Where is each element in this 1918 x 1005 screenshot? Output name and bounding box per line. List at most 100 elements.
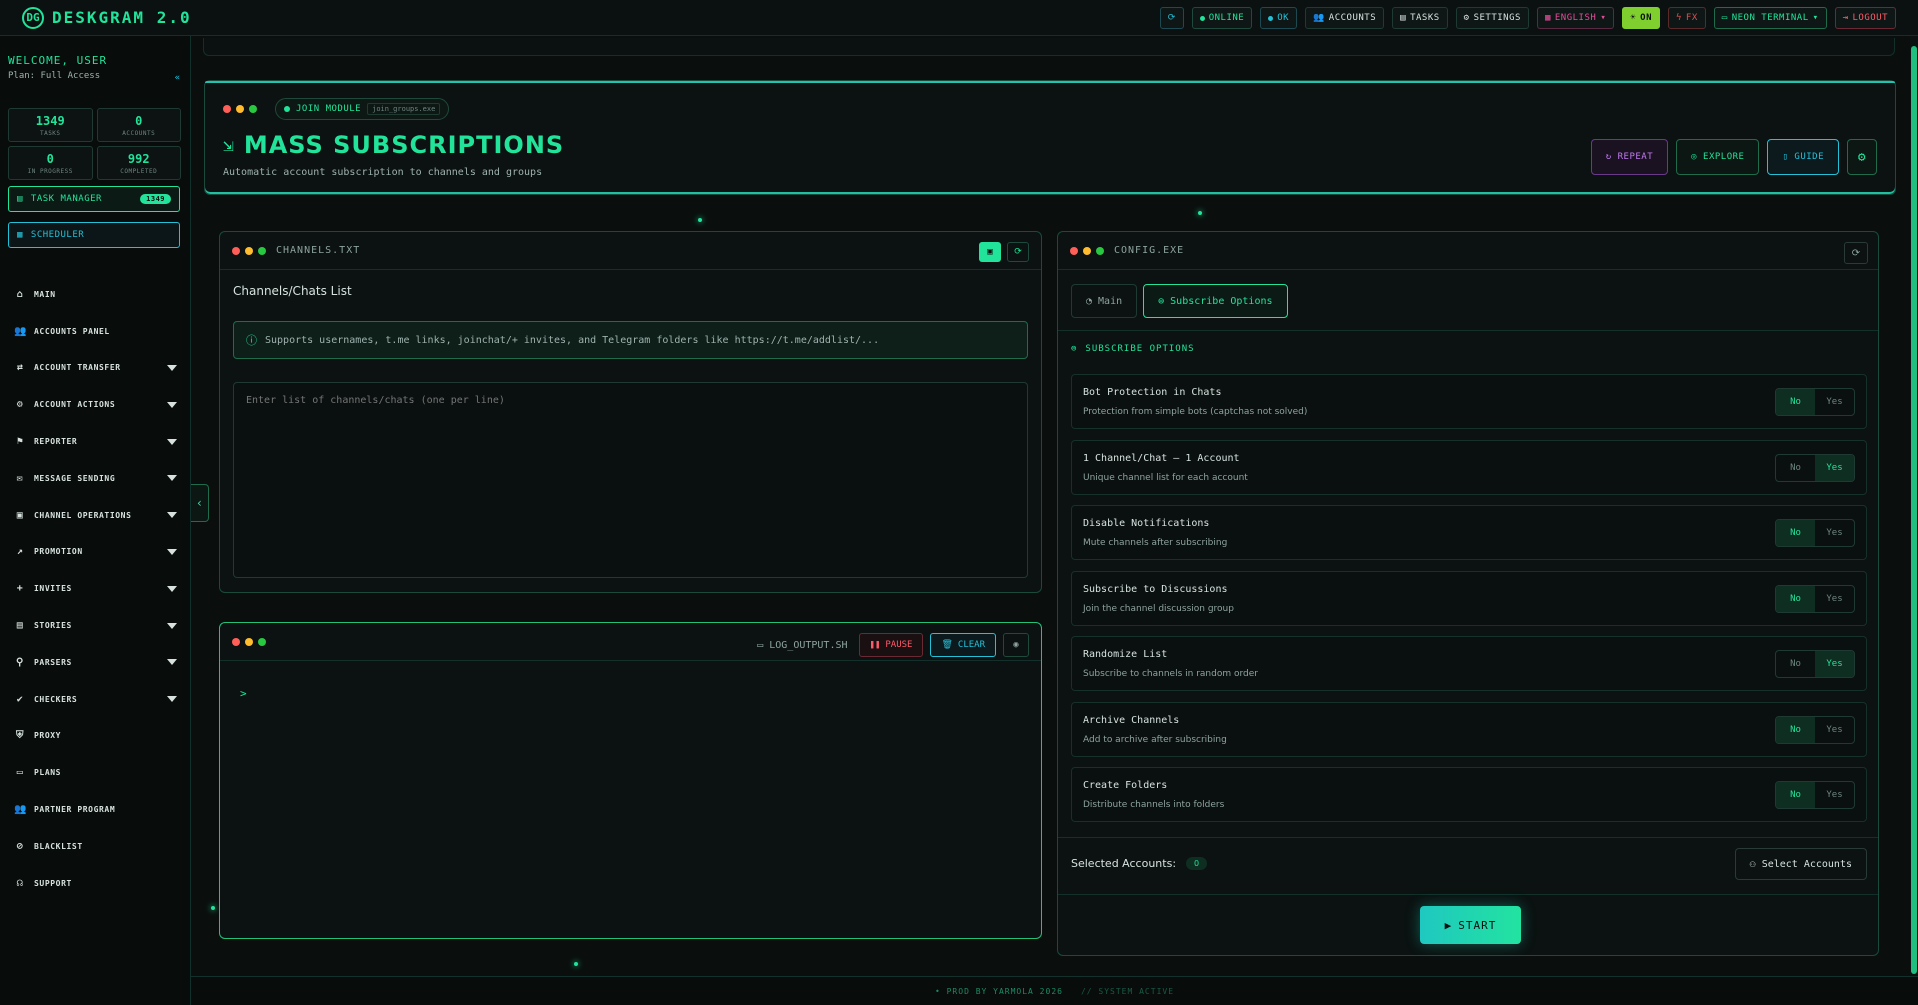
sidebar-item-main[interactable]: ⌂ MAIN bbox=[0, 276, 191, 313]
sidebar-item-blacklist[interactable]: ⊘ BLACKLIST bbox=[0, 828, 191, 865]
fx-toggle[interactable]: ϟ FX bbox=[1668, 7, 1706, 29]
start-button[interactable]: ▶ START bbox=[1420, 906, 1521, 944]
home-icon: ⌂ bbox=[16, 288, 24, 300]
toggle-yes[interactable]: Yes bbox=[1815, 717, 1854, 743]
toggle-yes[interactable]: Yes bbox=[1815, 782, 1854, 808]
chevron-down-icon[interactable] bbox=[167, 548, 177, 555]
toggle-no[interactable]: No bbox=[1776, 585, 1815, 612]
sidebar-item-accounts-panel[interactable]: 👥 ACCOUNTS PANEL bbox=[0, 313, 191, 350]
compass-icon: ◎ bbox=[1691, 152, 1698, 162]
toggle-no[interactable]: No bbox=[1776, 389, 1815, 415]
explore-button[interactable]: ◎ EXPLORE bbox=[1676, 139, 1760, 175]
stats-grid: 1349 TASKS 0 ACCOUNTS 0 IN PROGRESS 992 COMP… bbox=[8, 108, 181, 180]
guide-button[interactable]: ▯ GUIDE bbox=[1767, 139, 1839, 175]
sidebar-item-channel-operations[interactable]: ▣ CHANNEL OPERATIONS bbox=[0, 497, 191, 534]
light-label: ON bbox=[1640, 13, 1652, 23]
stories-icon: ▤ bbox=[16, 620, 24, 632]
brand-title: DESKGRAM 2.0 bbox=[52, 8, 192, 27]
sidebar-item-proxy[interactable]: ⛨ PROXY bbox=[0, 718, 191, 755]
sidebar-item-account-transfer[interactable]: ⇄ ACCOUNT TRANSFER bbox=[0, 350, 191, 387]
toggle-yes[interactable]: Yes bbox=[1815, 586, 1854, 612]
settings-button[interactable]: ⚙ SETTINGS bbox=[1455, 7, 1529, 29]
chevron-down-icon: ▾ bbox=[1600, 13, 1607, 23]
save-list-button[interactable]: ▣ bbox=[979, 242, 1001, 262]
sidebar-item-promotion[interactable]: ↗ PROMOTION bbox=[0, 534, 191, 571]
scheduler-button[interactable]: ▦ SCHEDULER bbox=[8, 222, 180, 248]
yes-no-toggle[interactable]: No Yes bbox=[1775, 388, 1855, 416]
clipboard-icon: ▤ bbox=[1400, 13, 1407, 23]
sidebar-item-plans[interactable]: ▭ PLANS bbox=[0, 754, 191, 791]
collapse-icon[interactable]: « bbox=[175, 73, 180, 83]
sidebar-item-partner-program[interactable]: 👥 PARTNER PROGRAM bbox=[0, 791, 191, 828]
sidebar-item-support[interactable]: ☊ SUPPORT bbox=[0, 865, 191, 902]
theme-select[interactable]: ▭ NEON TERMINAL ▾ bbox=[1713, 7, 1827, 29]
toggle-no[interactable]: No bbox=[1776, 651, 1815, 677]
accounts-button[interactable]: 👥 ACCOUNTS bbox=[1305, 7, 1385, 29]
toggle-no[interactable]: No bbox=[1776, 782, 1815, 808]
toggle-visibility-button[interactable]: ◉ bbox=[1003, 633, 1029, 657]
chevron-down-icon[interactable] bbox=[167, 585, 177, 592]
chevron-down-icon[interactable] bbox=[167, 696, 177, 703]
sidebar-item-stories[interactable]: ▤ STORIES bbox=[0, 607, 191, 644]
chevron-down-icon[interactable] bbox=[167, 401, 177, 408]
pause-button[interactable]: ❚❚ PAUSE bbox=[858, 633, 924, 657]
chevron-down-icon[interactable] bbox=[167, 364, 177, 371]
chevron-down-icon[interactable] bbox=[167, 659, 177, 666]
chevron-down-icon[interactable] bbox=[167, 622, 177, 629]
select-accounts-button[interactable]: ⚇ Select Accounts bbox=[1734, 848, 1867, 880]
light-toggle[interactable]: ☀ ON bbox=[1622, 7, 1660, 29]
refresh-icon: ⟳ bbox=[1014, 247, 1022, 257]
minimize-dot-icon bbox=[245, 246, 253, 255]
stat-label: IN PROGRESS bbox=[27, 167, 73, 175]
toggle-no[interactable]: No bbox=[1776, 716, 1815, 743]
task-manager-button[interactable]: ▤ TASK MANAGER 1349 bbox=[8, 186, 180, 212]
sidebar-item-checkers[interactable]: ✔ CHECKERS bbox=[0, 681, 191, 718]
decor-dot bbox=[574, 962, 578, 966]
refresh-status-button[interactable]: ⟳ bbox=[1159, 7, 1184, 29]
settings-label: SETTINGS bbox=[1473, 13, 1521, 23]
yes-no-toggle[interactable]: No Yes bbox=[1775, 781, 1855, 809]
tasks-button[interactable]: ▤ TASKS bbox=[1392, 7, 1448, 29]
tab-subscribe-options[interactable]: ⊜ Subscribe Options bbox=[1143, 284, 1288, 318]
yes-no-toggle[interactable]: No Yes bbox=[1775, 453, 1855, 482]
yes-no-toggle[interactable]: No Yes bbox=[1775, 519, 1855, 547]
sidebar-item-account-actions[interactable]: ⚙ ACCOUNT ACTIONS bbox=[0, 386, 191, 423]
toggle-yes[interactable]: Yes bbox=[1815, 651, 1854, 677]
toggle-no[interactable]: No bbox=[1776, 455, 1815, 481]
yes-no-toggle[interactable]: No Yes bbox=[1775, 650, 1855, 678]
module-settings-button[interactable]: ⚙ bbox=[1847, 139, 1877, 175]
sidebar-item-message-sending[interactable]: ✉ MESSAGE SENDING bbox=[0, 460, 191, 497]
chevron-down-icon[interactable] bbox=[167, 512, 177, 519]
sidebar: WELCOME, USER Plan: Full Access « 1349 TA… bbox=[0, 36, 191, 1005]
sidebar-item-reporter[interactable]: ⚑ REPORTER bbox=[0, 423, 191, 460]
refresh-config-button[interactable]: ⟳ bbox=[1844, 242, 1868, 264]
stat-value: 992 bbox=[127, 151, 150, 166]
page-scrollbar[interactable] bbox=[1910, 36, 1918, 976]
sun-icon: ☀ bbox=[1630, 13, 1637, 23]
accounts-label: ACCOUNTS bbox=[1328, 13, 1377, 23]
toggle-yes[interactable]: Yes bbox=[1815, 454, 1854, 481]
scrollbar-thumb[interactable] bbox=[1911, 46, 1917, 974]
selected-accounts: Selected Accounts: 0 bbox=[1071, 857, 1208, 870]
config-panel: CONFIG.EXE ⟳ ◔ Main ⊜ Subscribe Options ⊜ S… bbox=[1057, 231, 1879, 956]
tab-main[interactable]: ◔ Main bbox=[1071, 284, 1138, 318]
sidebar-toggle-button[interactable]: ‹ bbox=[191, 484, 209, 522]
brand[interactable]: DG DESKGRAM 2.0 bbox=[22, 6, 192, 29]
sidebar-item-invites[interactable]: + INVITES bbox=[0, 570, 191, 607]
sidebar-item-parsers[interactable]: ⚲ PARSERS bbox=[0, 644, 191, 681]
toggle-yes[interactable]: Yes bbox=[1815, 520, 1854, 546]
stat-value: 0 bbox=[46, 151, 54, 166]
language-select[interactable]: ▦ ENGLISH ▾ bbox=[1536, 7, 1615, 29]
reload-list-button[interactable]: ⟳ bbox=[1007, 242, 1029, 262]
toggle-yes[interactable]: Yes bbox=[1815, 389, 1854, 415]
chevron-down-icon[interactable] bbox=[167, 438, 177, 445]
chevron-down-icon[interactable] bbox=[167, 475, 177, 482]
yes-no-toggle[interactable]: No Yes bbox=[1775, 584, 1855, 613]
channels-textarea[interactable] bbox=[233, 382, 1028, 578]
toggle-no[interactable]: No bbox=[1776, 520, 1815, 546]
yes-no-toggle[interactable]: No Yes bbox=[1775, 715, 1855, 744]
logout-button[interactable]: ⇥ LOGOUT bbox=[1834, 7, 1896, 29]
repeat-button[interactable]: ↻ REPEAT bbox=[1590, 139, 1669, 175]
clear-button[interactable]: 🗑 CLEAR bbox=[930, 633, 996, 657]
sidebar-item-label: STORIES bbox=[34, 621, 72, 631]
